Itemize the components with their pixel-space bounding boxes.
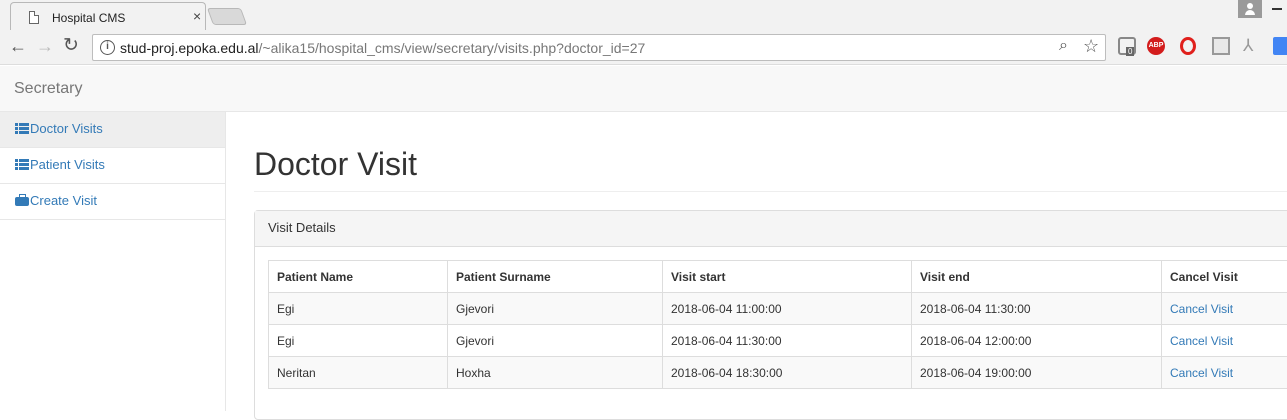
page-header: Doctor Visit — [254, 146, 1287, 192]
extension-badge: 0 — [1126, 47, 1134, 56]
minimize-button[interactable] — [1272, 8, 1282, 10]
bookmark-star-icon[interactable]: ☆ — [1083, 36, 1099, 57]
column-header: Patient Surname — [448, 261, 663, 293]
patient-name-cell: Egi — [269, 325, 448, 357]
list-icon — [15, 123, 29, 134]
patient-surname-cell: Hoxha — [448, 357, 663, 389]
pdf-icon[interactable]: ⅄ — [1243, 37, 1261, 55]
page-title: Doctor Visit — [254, 146, 1287, 182]
new-tab-button[interactable] — [207, 8, 247, 25]
sidebar-item-patient-visits[interactable]: Patient Visits — [0, 148, 225, 184]
briefcase-icon — [15, 197, 29, 206]
column-header: Patient Name — [269, 261, 448, 293]
zoom-icon[interactable]: ⌕ — [1059, 37, 1068, 55]
adblock-plus-icon[interactable]: ABP — [1147, 37, 1165, 55]
address-bar[interactable]: i stud-proj.epoka.edu.al/~alika15/hospit… — [92, 34, 1106, 61]
forward-arrow-icon[interactable]: → — [36, 36, 54, 56]
column-header: Cancel Visit — [1162, 261, 1287, 293]
cancel-visit-link[interactable]: Cancel Visit — [1170, 366, 1233, 380]
table-row: Egi Gjevori 2018-06-04 11:30:00 2018-06-… — [269, 325, 1287, 357]
patient-surname-cell: Gjevori — [448, 293, 663, 325]
column-header: Visit end — [912, 261, 1162, 293]
extension-window-icon[interactable] — [1212, 37, 1230, 55]
top-navbar: Secretary — [0, 66, 1287, 112]
visit-end-cell: 2018-06-04 12:00:00 — [912, 325, 1162, 357]
visit-end-cell: 2018-06-04 19:00:00 — [912, 357, 1162, 389]
visit-start-cell: 2018-06-04 18:30:00 — [663, 357, 912, 389]
panel-heading: Visit Details — [255, 211, 1287, 247]
page-icon — [29, 11, 39, 24]
table-row: Egi Gjevori 2018-06-04 11:00:00 2018-06-… — [269, 293, 1287, 325]
sidebar-item-label: Doctor Visits — [30, 121, 103, 136]
table-header-row: Patient Name Patient Surname Visit start… — [269, 261, 1287, 293]
cancel-visit-cell: Cancel Visit — [1162, 325, 1287, 357]
cancel-visit-cell: Cancel Visit — [1162, 293, 1287, 325]
visit-end-cell: 2018-06-04 11:30:00 — [912, 293, 1162, 325]
navbar-brand[interactable]: Secretary — [14, 80, 82, 98]
patient-name-cell: Egi — [269, 293, 448, 325]
profile-icon[interactable] — [1238, 0, 1262, 18]
url-path: /~alika15/hospital_cms/view/secretary/vi… — [259, 40, 646, 56]
cancel-visit-cell: Cancel Visit — [1162, 357, 1287, 389]
sidebar-item-label: Patient Visits — [30, 157, 105, 172]
extension-icon[interactable]: 0 — [1118, 37, 1136, 55]
patient-surname-cell: Gjevori — [448, 325, 663, 357]
opera-icon[interactable] — [1180, 37, 1196, 55]
browser-tabstrip: Hospital CMS × — [0, 0, 1287, 30]
visit-details-panel: Visit Details Patient Name Patient Surna… — [254, 210, 1287, 420]
info-icon[interactable]: i — [100, 40, 115, 55]
browser-toolbar: ← → ↻ i stud-proj.epoka.edu.al/~alika15/… — [0, 30, 1287, 65]
browser-tab[interactable]: Hospital CMS × — [10, 2, 206, 30]
column-header: Visit start — [663, 261, 912, 293]
list-icon — [15, 159, 29, 170]
back-arrow-icon[interactable]: ← — [9, 36, 27, 56]
visits-table: Patient Name Patient Surname Visit start… — [268, 260, 1287, 389]
url-host: stud-proj.epoka.edu.al — [120, 40, 259, 56]
table-row: Neritan Hoxha 2018-06-04 18:30:00 2018-0… — [269, 357, 1287, 389]
sidebar-item-doctor-visits[interactable]: Doctor Visits — [0, 112, 225, 148]
tab-title: Hospital CMS — [52, 11, 125, 25]
patient-name-cell: Neritan — [269, 357, 448, 389]
sidebar-item-create-visit[interactable]: Create Visit — [0, 184, 225, 220]
cancel-visit-link[interactable]: Cancel Visit — [1170, 334, 1233, 348]
visit-start-cell: 2018-06-04 11:30:00 — [663, 325, 912, 357]
sidebar: Doctor Visits Patient Visits Create Visi… — [0, 112, 226, 411]
google-extension-icon[interactable] — [1273, 37, 1287, 55]
sidebar-item-label: Create Visit — [30, 193, 97, 208]
tab-close-icon[interactable]: × — [193, 9, 201, 23]
cancel-visit-link[interactable]: Cancel Visit — [1170, 302, 1233, 316]
url-text[interactable]: stud-proj.epoka.edu.al/~alika15/hospital… — [120, 40, 645, 56]
visit-start-cell: 2018-06-04 11:00:00 — [663, 293, 912, 325]
reload-icon[interactable]: ↻ — [63, 36, 79, 56]
